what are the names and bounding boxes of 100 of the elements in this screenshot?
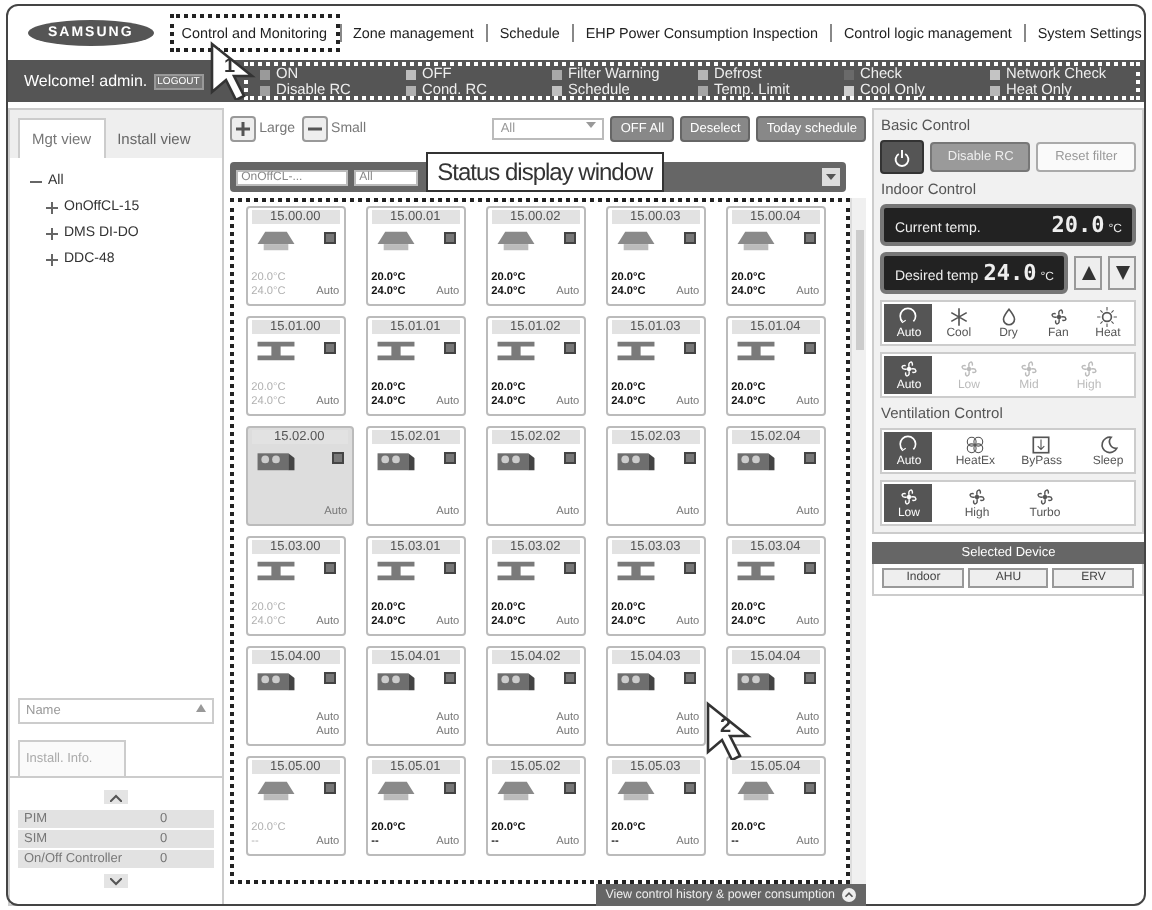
- caret-icon: [195, 704, 206, 712]
- status-indicator-icon: [331, 452, 344, 464]
- ventilation-unit-icon: [495, 450, 536, 472]
- chevron-up-icon: [842, 888, 857, 902]
- status-indicator-icon: [323, 562, 336, 574]
- status-indicator-icon: [683, 232, 696, 244]
- temp-down-button[interactable]: [1108, 256, 1136, 290]
- duct-unit-icon: [735, 340, 776, 362]
- triangle-up-icon: [1081, 266, 1095, 280]
- caret-icon: [826, 174, 837, 180]
- status-indicator-icon: [443, 342, 456, 354]
- duct-unit-icon: [375, 560, 416, 582]
- auto-mode-icon: [897, 434, 920, 456]
- ceiling-unit-icon: [375, 230, 416, 252]
- duct-unit-icon: [375, 340, 416, 362]
- status-indicator-icon: [563, 562, 576, 574]
- cursor-icon: [704, 700, 752, 760]
- fan-icon: [897, 358, 920, 380]
- welcome-text: Welcome! admin.: [24, 72, 148, 90]
- moon-icon: [1097, 434, 1119, 456]
- ceiling-unit-icon: [255, 230, 296, 252]
- callout-label: Status display window: [425, 152, 665, 192]
- ceiling-unit-icon: [615, 230, 656, 252]
- sun-icon: [1096, 306, 1119, 328]
- droplet-icon: [997, 306, 1020, 328]
- scrollbar[interactable]: [850, 198, 867, 884]
- ventilation-unit-icon: [615, 450, 656, 472]
- status-indicator-icon: [803, 672, 816, 684]
- ventilation-unit-icon: [255, 450, 296, 472]
- status-indicator-icon: [683, 782, 696, 794]
- dropdown-button[interactable]: [822, 168, 841, 186]
- ceiling-unit-icon: [615, 780, 656, 802]
- snowflake-icon: [947, 306, 970, 328]
- status-indicator-icon: [323, 342, 336, 354]
- ventilation-unit-icon: [735, 450, 776, 472]
- temp-up-button[interactable]: [1074, 256, 1102, 290]
- fan-icon: [1047, 306, 1070, 328]
- status-indicator-icon: [563, 452, 576, 464]
- ventilation-unit-icon: [495, 670, 536, 692]
- status-indicator-icon: [563, 232, 576, 244]
- status-indicator-icon: [803, 452, 816, 464]
- triangle-down-icon: [1115, 266, 1129, 280]
- ceiling-unit-icon: [495, 230, 536, 252]
- ceiling-unit-icon: [375, 780, 416, 802]
- status-indicator-icon: [443, 232, 456, 244]
- fan-icon: [957, 358, 980, 380]
- power-button[interactable]: [880, 140, 925, 174]
- ventilation-unit-icon: [615, 670, 656, 692]
- fan-icon: [1077, 358, 1100, 380]
- status-indicator-icon: [443, 562, 456, 574]
- power-icon: [894, 147, 911, 167]
- duct-unit-icon: [255, 340, 296, 362]
- ceiling-unit-icon: [495, 780, 536, 802]
- auto-mode-icon: [897, 306, 920, 328]
- status-indicator-icon: [803, 562, 816, 574]
- duct-unit-icon: [495, 340, 536, 362]
- fan-icon: [1017, 358, 1040, 380]
- status-indicator-icon: [323, 672, 336, 684]
- duct-unit-icon: [615, 560, 656, 582]
- plus-icon[interactable]: [46, 227, 58, 239]
- ventilation-unit-icon: [375, 450, 416, 472]
- status-indicator-icon: [323, 782, 336, 794]
- plus-icon: [229, 115, 256, 141]
- status-indicator-icon: [683, 672, 696, 684]
- plus-icon[interactable]: [46, 201, 58, 213]
- duct-unit-icon: [735, 560, 776, 582]
- fan-icon: [1033, 486, 1056, 508]
- ventilation-unit-icon: [735, 670, 776, 692]
- minus-icon: [301, 115, 328, 141]
- status-indicator-icon: [803, 232, 816, 244]
- chevron-up-icon: [109, 793, 122, 801]
- status-indicator-icon: [563, 672, 576, 684]
- fan-icon: [965, 486, 988, 508]
- status-indicator-icon: [683, 342, 696, 354]
- status-indicator-icon: [443, 672, 456, 684]
- status-indicator-icon: [563, 342, 576, 354]
- caret-icon: [586, 121, 597, 127]
- ceiling-unit-icon: [255, 780, 296, 802]
- duct-unit-icon: [255, 560, 296, 582]
- ceiling-unit-icon: [735, 230, 776, 252]
- minus-icon[interactable]: [30, 175, 42, 187]
- circles-icon: [964, 434, 987, 456]
- chevron-down-icon: [109, 877, 122, 885]
- scroll-down-button[interactable]: [103, 874, 128, 888]
- status-indicator-icon: [323, 232, 336, 244]
- status-indicator-icon: [683, 562, 696, 574]
- duct-unit-icon: [495, 560, 536, 582]
- status-indicator-icon: [683, 452, 696, 464]
- status-indicator-icon: [563, 782, 576, 794]
- bypass-icon: [1030, 434, 1053, 456]
- status-indicator-icon: [803, 342, 816, 354]
- ventilation-unit-icon: [375, 670, 416, 692]
- status-indicator-icon: [443, 782, 456, 794]
- ceiling-unit-icon: [735, 780, 776, 802]
- scroll-up-button[interactable]: [103, 790, 128, 804]
- plus-icon[interactable]: [46, 253, 58, 265]
- fan-icon: [897, 486, 920, 508]
- duct-unit-icon: [615, 340, 656, 362]
- status-indicator-icon: [443, 452, 456, 464]
- status-indicator-icon: [803, 782, 816, 794]
